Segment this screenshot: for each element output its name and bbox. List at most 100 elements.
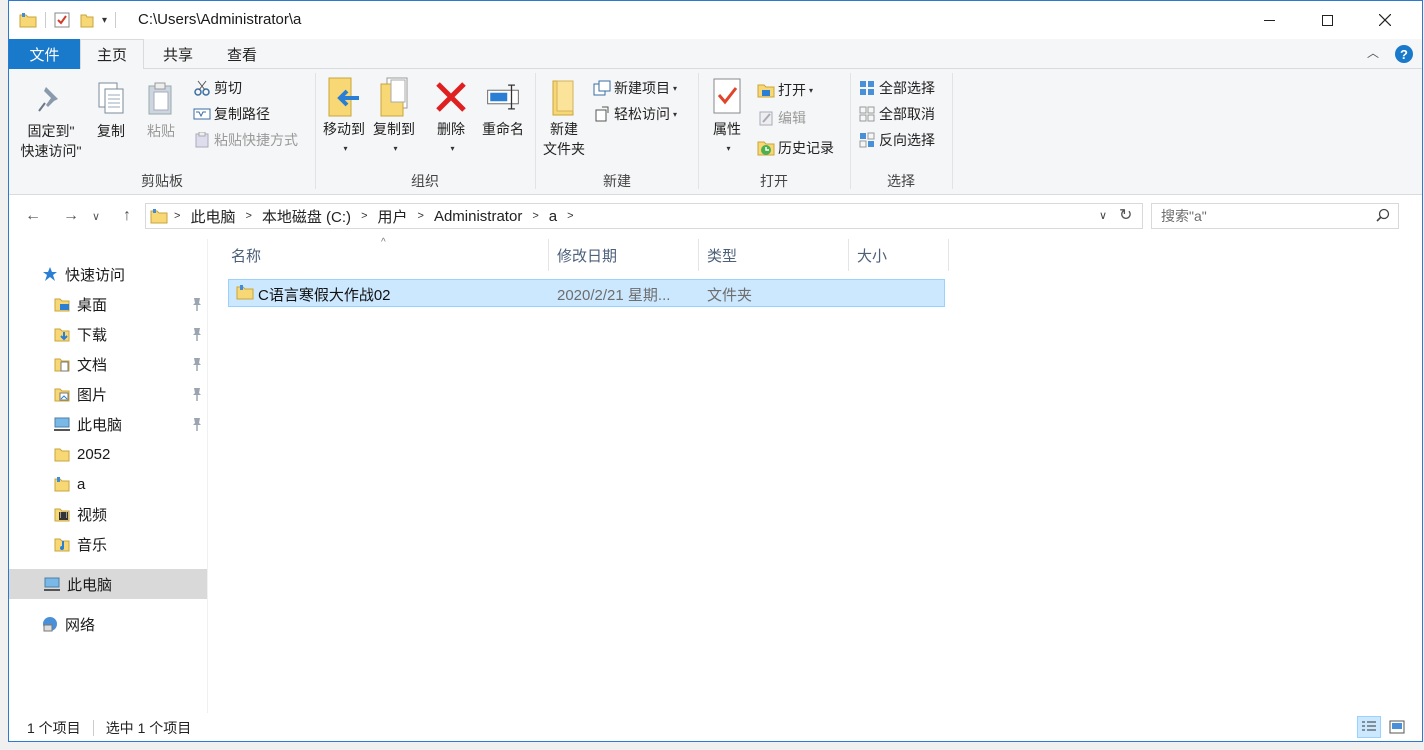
breadcrumb-separator-icon: >	[532, 210, 539, 222]
breadcrumb-users[interactable]: 用户 >	[378, 206, 434, 227]
large-icons-view-button[interactable]	[1385, 716, 1409, 738]
column-header-date[interactable]: 修改日期	[551, 239, 699, 271]
pin-icon[interactable]	[191, 327, 203, 341]
pane-divider[interactable]	[207, 239, 208, 713]
new-folder-icon	[547, 77, 581, 117]
tab-file[interactable]: 文件	[9, 39, 80, 69]
details-view-button[interactable]	[1357, 716, 1381, 738]
copy-path-button[interactable]: 复制路径	[193, 103, 270, 125]
breadcrumb-separator-icon: >	[174, 210, 181, 222]
window-title: C:\Users\Administrator\a	[138, 11, 302, 28]
properties-icon	[710, 77, 744, 117]
customize-toolbar-chevron-icon[interactable]: ▾	[102, 15, 107, 26]
minimize-button[interactable]	[1240, 1, 1298, 39]
history-label: 历史记录	[778, 140, 834, 156]
nav-network[interactable]: 网络	[9, 609, 207, 639]
copy-button[interactable]: 复制	[93, 79, 129, 141]
nav-item-5[interactable]: 此电脑	[9, 409, 207, 439]
nav-label: 2052	[77, 445, 111, 463]
maximize-button[interactable]	[1298, 1, 1356, 39]
copy-to-icon	[377, 77, 411, 117]
rename-button[interactable]: 重命名	[478, 77, 528, 139]
up-button[interactable]: ↑	[115, 203, 139, 229]
paste-icon	[144, 79, 178, 119]
details-view-icon	[1362, 721, 1376, 731]
nav-item-8[interactable]: 视频	[9, 499, 207, 529]
pin-icon[interactable]	[191, 357, 203, 371]
item-count: 1 个项目	[27, 720, 81, 736]
cut-button[interactable]: 剪切	[193, 77, 242, 99]
new-folder-button[interactable]: 新建 文件夹	[539, 77, 589, 159]
new-folder-quick-icon[interactable]	[80, 12, 94, 28]
address-bar[interactable]: > 此电脑 > 本地磁盘 (C:) > 用户 > Administrator > a >	[145, 203, 1143, 229]
tab-share[interactable]: 共享	[146, 39, 210, 69]
new-item-button[interactable]: 新建项目 ▾	[593, 77, 677, 99]
breadcrumb-label: 本地磁盘 (C:)	[261, 208, 352, 226]
nav-item-2[interactable]: 下载	[9, 319, 207, 349]
pin-label-line2: 快速访问"	[20, 143, 82, 159]
address-history-chevron-icon[interactable]: ∨	[1099, 209, 1107, 222]
nav-label: a	[77, 475, 86, 493]
breadcrumb-local-disk[interactable]: 本地磁盘 (C:) >	[262, 206, 378, 227]
open-button[interactable]: 打开 ▾	[757, 79, 813, 101]
history-button[interactable]: 历史记录	[757, 137, 834, 159]
edit-button[interactable]: 编辑	[757, 107, 806, 129]
delete-button[interactable]: 删除 ▾	[431, 77, 471, 159]
tab-home[interactable]: 主页	[80, 39, 144, 70]
move-to-icon	[327, 77, 361, 117]
breadcrumb-this-pc[interactable]: 此电脑 >	[190, 206, 261, 227]
select-none-button[interactable]: 全部取消	[858, 103, 935, 125]
nav-item-9[interactable]: 音乐	[9, 529, 207, 559]
back-button[interactable]: ←	[21, 203, 45, 229]
breadcrumb-separator-icon: >	[245, 210, 252, 222]
forward-button[interactable]: →	[59, 203, 83, 229]
collapse-ribbon-chevron-icon[interactable]: ︿	[1367, 44, 1379, 61]
large-icons-view-icon	[1389, 720, 1405, 734]
file-explorer-window: ▾ C:\Users\Administrator\a 文件 主页 共享 查看 ︿…	[8, 0, 1423, 742]
nav-item-7[interactable]: a	[9, 469, 207, 499]
pin-icon[interactable]	[191, 417, 203, 431]
breadcrumb-a[interactable]: a >	[549, 208, 584, 225]
column-header-type[interactable]: 类型	[701, 239, 849, 271]
open-dropdown-icon: ▾	[809, 85, 814, 95]
nav-item-6[interactable]: 2052	[9, 439, 207, 469]
paste-shortcut-button[interactable]: 粘贴快捷方式	[193, 129, 298, 151]
move-to-button[interactable]: 移动到 ▾	[321, 77, 367, 159]
column-header-size[interactable]: 大小	[851, 239, 949, 271]
recent-locations-button[interactable]: ∨	[89, 203, 103, 229]
new-folder-label-line2: 文件夹	[543, 141, 585, 157]
close-icon	[1379, 14, 1391, 26]
network-icon	[41, 615, 59, 633]
nav-item-4[interactable]: 图片	[9, 379, 207, 409]
file-row[interactable]: C语言寒假大作战02 2020/2/21 星期... 文件夹	[228, 279, 945, 307]
paste-button[interactable]: 粘贴	[143, 79, 179, 141]
music-folder-icon	[53, 535, 71, 553]
tab-view[interactable]: 查看	[210, 39, 274, 69]
nav-this-pc[interactable]: 此电脑	[9, 569, 207, 599]
easy-access-label: 轻松访问	[614, 106, 670, 122]
nav-label: 图片	[77, 386, 108, 404]
nav-item-1[interactable]: 桌面	[9, 289, 207, 319]
nav-item-3[interactable]: 文档	[9, 349, 207, 379]
properties-quick-icon[interactable]	[54, 12, 70, 28]
help-button[interactable]: ?	[1395, 45, 1413, 63]
scissors-icon	[193, 79, 211, 97]
pin-to-quick-access-button[interactable]: 固定到" 快速访问"	[17, 79, 85, 161]
pin-icon[interactable]	[191, 297, 203, 311]
pin-icon[interactable]	[191, 387, 203, 401]
copy-to-button[interactable]: 复制到 ▾	[371, 77, 417, 159]
properties-button[interactable]: 属性 ▾	[704, 77, 750, 159]
close-button[interactable]	[1356, 1, 1414, 39]
nav-label: 桌面	[77, 296, 108, 314]
open-folder-icon	[757, 81, 775, 99]
select-all-button[interactable]: 全部选择	[858, 77, 935, 99]
column-header-name[interactable]: 名称	[225, 239, 549, 271]
nav-quick-access[interactable]: 快速访问	[9, 259, 207, 289]
breadcrumb-administrator[interactable]: Administrator >	[434, 208, 549, 225]
search-box[interactable]: 搜索"a"	[1151, 203, 1399, 229]
rename-label: 重命名	[482, 121, 524, 137]
invert-selection-button[interactable]: 反向选择	[858, 129, 935, 151]
refresh-button[interactable]: ↻	[1119, 205, 1132, 225]
easy-access-button[interactable]: 轻松访问 ▾	[593, 103, 677, 125]
toolbar-divider	[115, 12, 117, 28]
